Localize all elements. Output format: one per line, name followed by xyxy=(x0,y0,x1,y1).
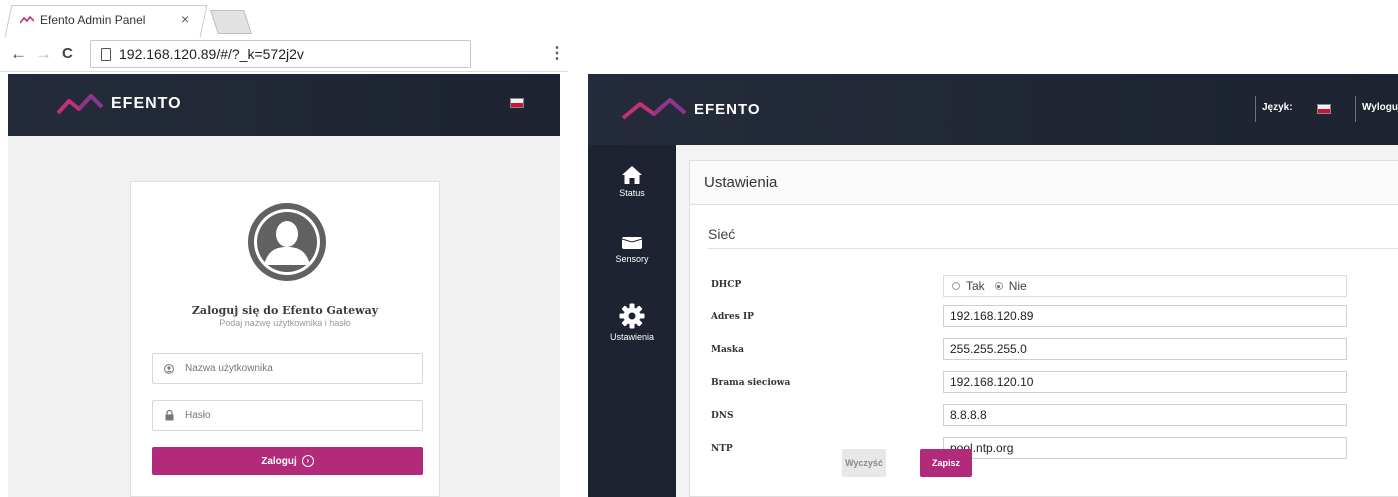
brand-logo: EFENTO xyxy=(622,98,761,120)
user-avatar-icon xyxy=(248,203,326,281)
brand-logo: EFENTO xyxy=(57,93,182,115)
section-title: Sieć xyxy=(708,226,1398,249)
tab-strip: Efento Admin Panel × xyxy=(0,0,568,38)
dhcp-radio-group: Tak Nie xyxy=(943,275,1347,297)
ntp-label: NTP xyxy=(711,444,733,454)
browser-toolbar: ← → C 192.168.120.89/#/?_k=572j2v ⋮ xyxy=(0,38,568,72)
home-icon xyxy=(617,157,647,185)
mask-input[interactable]: 255.255.255.0 xyxy=(943,338,1347,360)
dhcp-yes-radio[interactable] xyxy=(952,282,960,290)
sensor-icon xyxy=(617,223,647,251)
gear-icon xyxy=(617,301,647,329)
url-text: 192.168.120.89/#/?_k=572j2v xyxy=(119,46,304,62)
back-icon[interactable]: ← xyxy=(10,45,27,63)
new-tab-button[interactable] xyxy=(210,10,252,34)
ip-input[interactable]: 192.168.120.89 xyxy=(943,305,1347,327)
sidebar-label: Ustawienia xyxy=(609,332,655,342)
sidebar-item-status[interactable]: Status xyxy=(588,157,676,198)
user-icon xyxy=(163,363,175,374)
logout-link[interactable]: Wyloguj xyxy=(1362,102,1398,113)
language-flag-icon[interactable] xyxy=(1317,104,1331,114)
lock-icon xyxy=(163,410,175,421)
browser-menu-icon[interactable]: ⋮ xyxy=(549,46,565,62)
login-subtitle: Podaj nazwę użytkownika i hasło xyxy=(219,318,351,328)
clear-button[interactable]: Wyczyść xyxy=(842,449,886,477)
settings-panel: Ustawienia Sieć DHCP Tak Nie Adres IP 19… xyxy=(689,160,1398,497)
tab-title: Efento Admin Panel xyxy=(40,13,146,27)
sidebar-item-ustawienia[interactable]: Ustawienia xyxy=(588,301,676,342)
login-card: Zaloguj się do Efento Gateway Podaj nazw… xyxy=(130,181,440,497)
header-divider xyxy=(1255,96,1256,122)
login-title: Zaloguj się do Efento Gateway xyxy=(191,304,379,317)
page-title: Ustawienia xyxy=(690,161,1398,205)
sidebar-label: Status xyxy=(619,188,645,198)
efento-favicon-icon xyxy=(20,16,34,24)
dhcp-no-radio[interactable] xyxy=(994,282,1003,290)
dns-label: DNS xyxy=(711,411,734,421)
sidebar-label: Sensory xyxy=(615,254,649,264)
dhcp-label: DHCP xyxy=(711,280,742,290)
gateway-label: Brama sieciowa xyxy=(711,378,791,388)
language-flag-icon[interactable] xyxy=(510,98,524,108)
brand-name: EFENTO xyxy=(694,100,761,118)
gateway-input[interactable]: 192.168.120.10 xyxy=(943,371,1347,393)
dhcp-no-label: Nie xyxy=(1008,279,1027,293)
login-page-body: Zaloguj się do Efento Gateway Podaj nazw… xyxy=(8,136,560,497)
admin-settings-window: EFENTO Język: Wyloguj Status Sensory Ust… xyxy=(588,74,1398,497)
password-input[interactable]: Hasło xyxy=(152,400,423,431)
dns-input[interactable]: 8.8.8.8 xyxy=(943,404,1347,426)
username-input[interactable]: Nazwa użytkownika xyxy=(152,353,423,384)
language-label: Język: xyxy=(1262,102,1293,113)
reload-icon[interactable]: C xyxy=(62,45,73,63)
login-button-label: Zaloguj xyxy=(261,455,297,467)
tab-close-icon[interactable]: × xyxy=(181,12,189,26)
settings-content: Ustawienia Sieć DHCP Tak Nie Adres IP 19… xyxy=(676,145,1398,497)
password-placeholder: Hasło xyxy=(185,410,211,421)
arrow-right-circle-icon: › xyxy=(301,455,314,467)
save-button[interactable]: Zapisz xyxy=(920,449,972,477)
address-bar[interactable]: 192.168.120.89/#/?_k=572j2v xyxy=(90,40,471,68)
dhcp-yes-label: Tak xyxy=(966,279,985,293)
mask-label: Maska xyxy=(711,345,744,355)
header-divider xyxy=(1355,96,1356,122)
efento-logo-icon xyxy=(57,94,103,115)
sidebar-item-sensory[interactable]: Sensory xyxy=(588,223,676,264)
sidebar: Status Sensory Ustawienia xyxy=(588,145,676,497)
browser-tab-content: Efento Admin Panel xyxy=(20,10,145,30)
login-header: EFENTO xyxy=(8,74,560,136)
brand-name: EFENTO xyxy=(111,95,182,112)
username-placeholder: Nazwa użytkownika xyxy=(185,363,273,374)
forward-icon[interactable]: → xyxy=(35,45,52,63)
admin-header: EFENTO Język: Wyloguj xyxy=(588,74,1398,145)
login-browser-window: Efento Admin Panel × ← → C 192.168.120.8… xyxy=(0,0,568,497)
ip-label: Adres IP xyxy=(711,312,754,322)
page-icon xyxy=(101,47,111,61)
ntp-input[interactable]: pool.ntp.org xyxy=(943,437,1347,459)
login-button[interactable]: Zaloguj › xyxy=(152,447,423,475)
efento-logo-icon xyxy=(622,98,686,120)
